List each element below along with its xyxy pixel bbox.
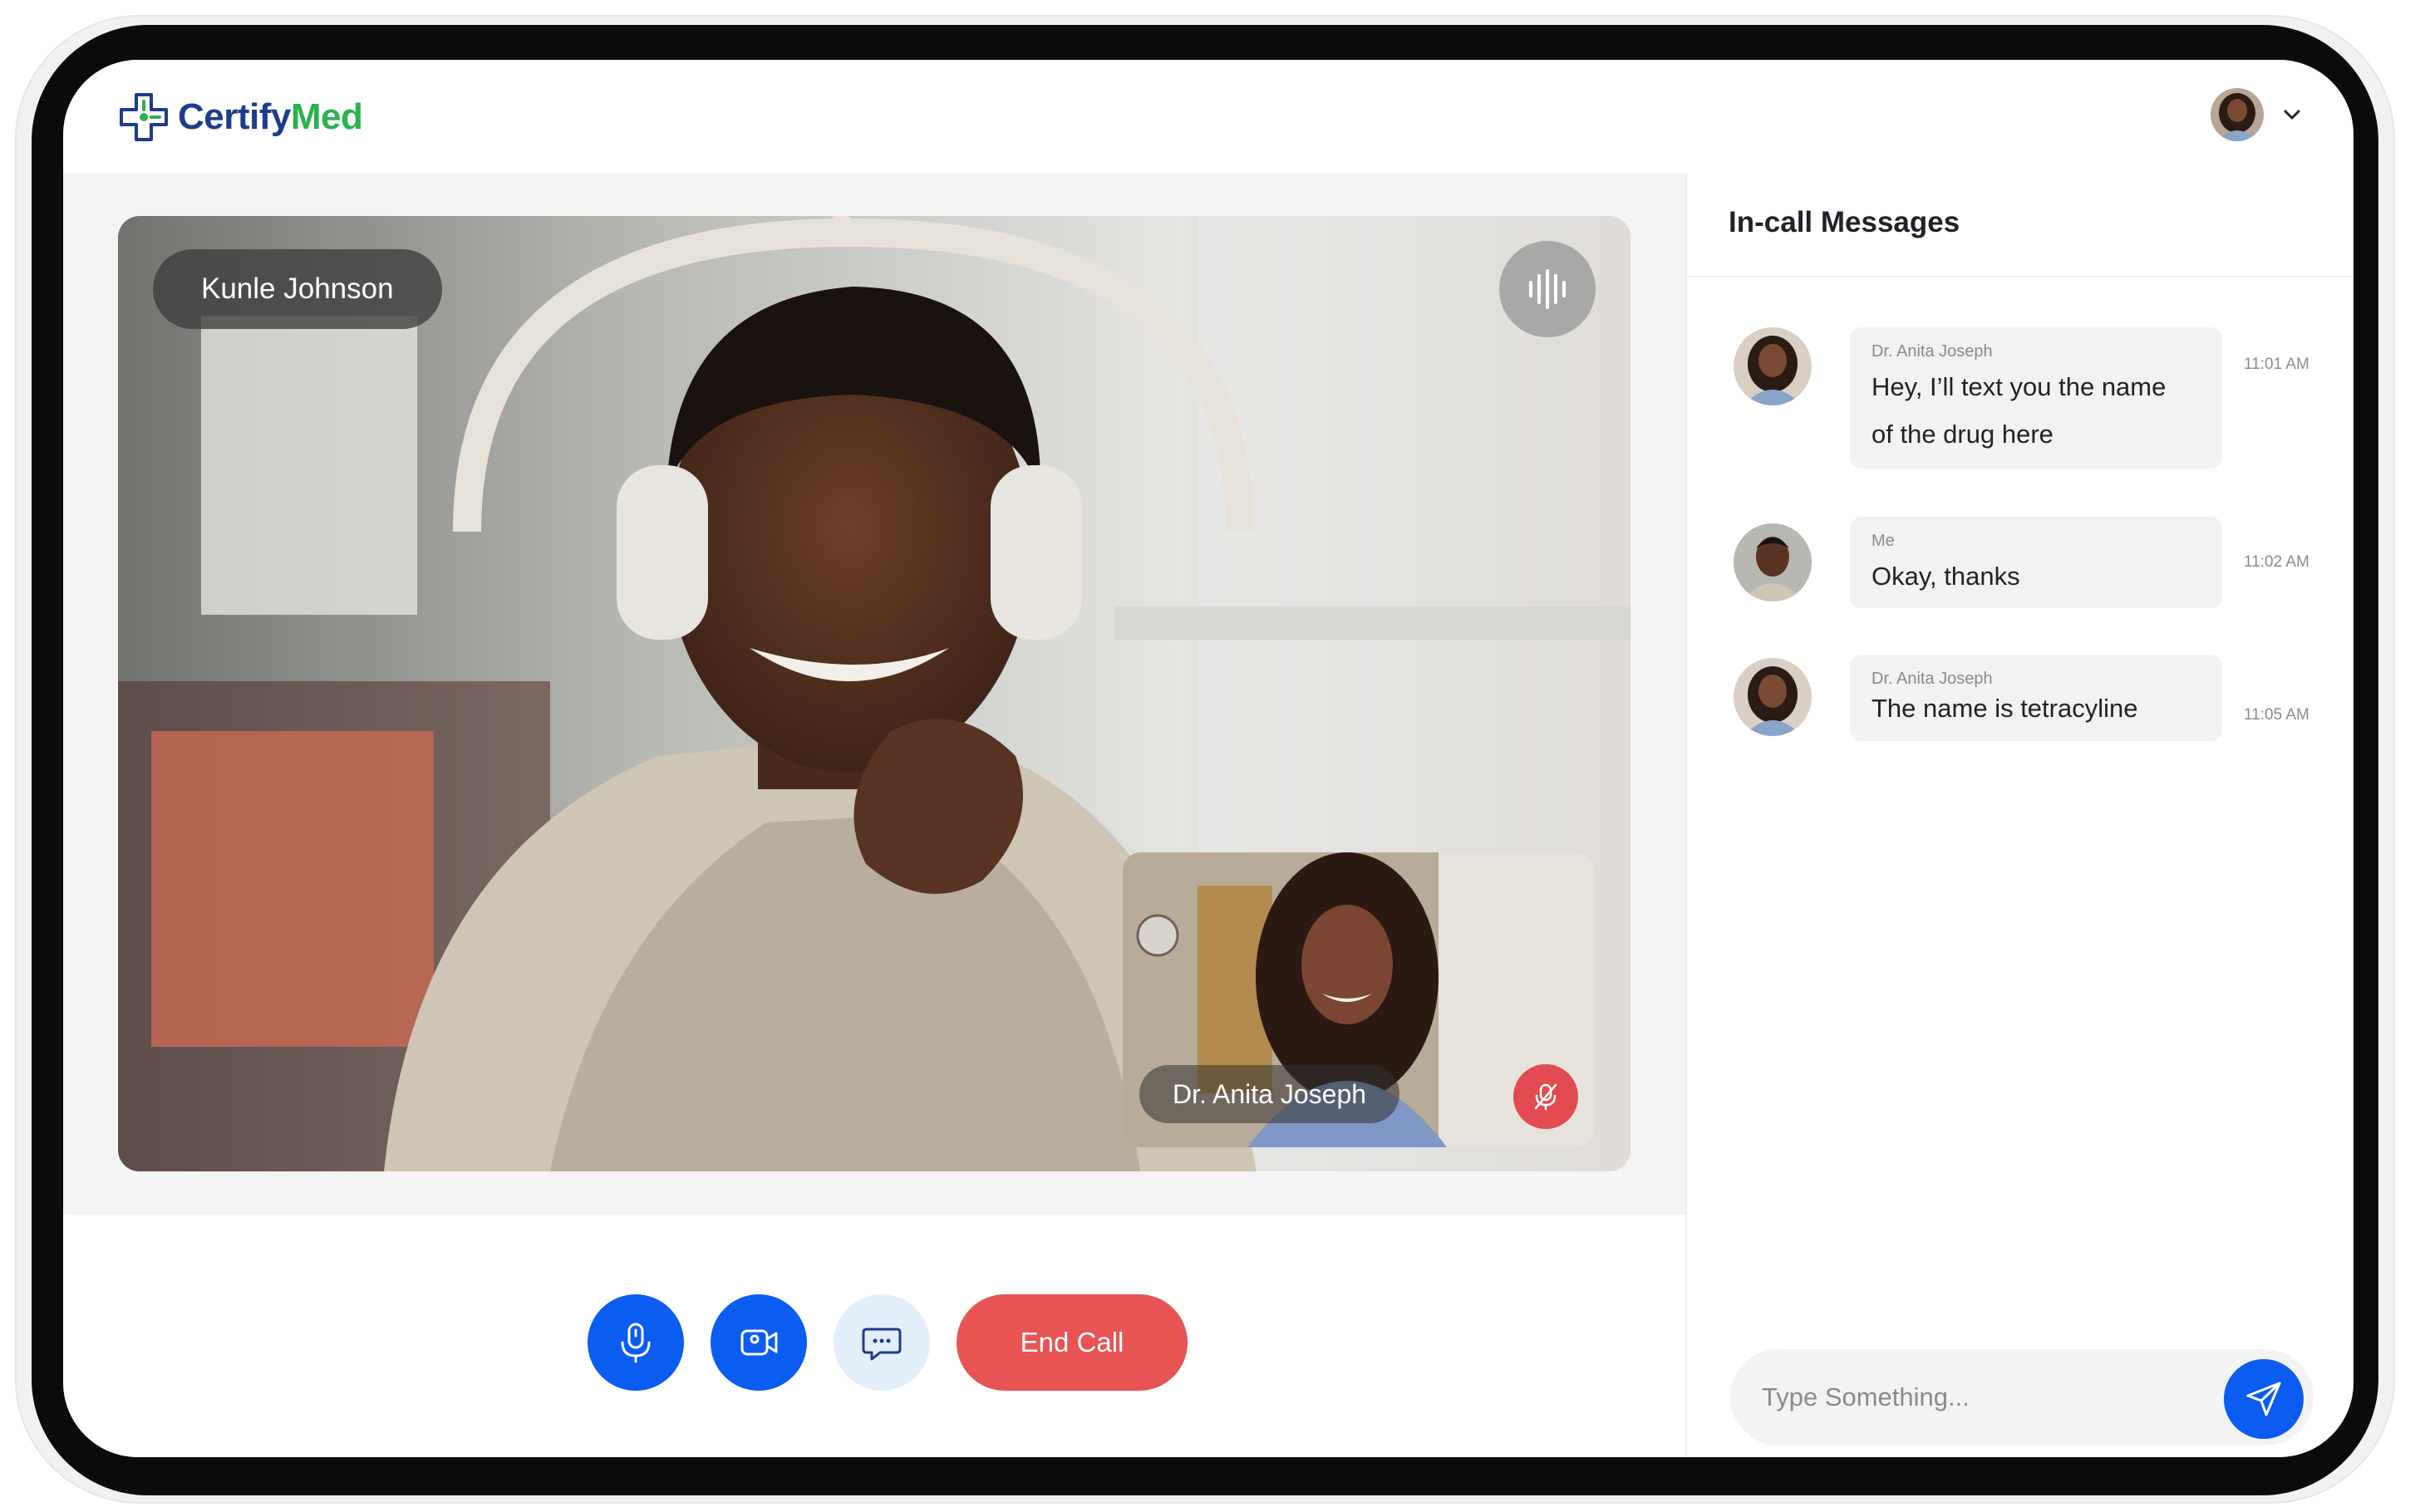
mic-off-icon	[1534, 1083, 1557, 1111]
chat-bubble-icon	[862, 1328, 902, 1361]
video-camera-icon	[740, 1329, 778, 1356]
message-text: Okay, thanks	[1871, 562, 2020, 591]
sender-avatar	[1734, 658, 1812, 736]
video-area: Kunle Johnson Dr. Anita Joseph	[63, 173, 1685, 1215]
sender-avatar	[1734, 327, 1812, 405]
message-text: Hey, I’ll text you the name of the drug …	[1871, 363, 2201, 458]
audio-wave-icon	[1529, 269, 1566, 309]
message-text-line: Hey, I’ll text you the name	[1871, 372, 2167, 401]
chevron-down-icon[interactable]	[2280, 103, 2304, 126]
speaking-indicator[interactable]	[1499, 241, 1596, 337]
doctor-avatar-image	[1734, 658, 1812, 736]
app-screen: CertifyMed Kunle Johnson Dr. Anita Josep…	[63, 60, 2353, 1457]
message-text-line: of the drug here	[1871, 420, 2053, 449]
message-composer	[1730, 1349, 2314, 1446]
certifymed-logo[interactable]: CertifyMed	[116, 88, 363, 146]
call-controls: End Call	[63, 1215, 1685, 1457]
paper-plane-icon	[2246, 1382, 2281, 1416]
message-sender: Me	[1871, 532, 1895, 550]
message-bubble: Dr. Anita Joseph The name is tetracyline	[1850, 655, 2222, 741]
mic-button[interactable]	[588, 1294, 684, 1391]
message-sender: Dr. Anita Joseph	[1871, 342, 1993, 361]
self-video-pip[interactable]: Dr. Anita Joseph	[1123, 852, 1595, 1147]
chat-title: In-call Messages	[1729, 206, 1960, 238]
user-avatar[interactable]	[2211, 88, 2264, 141]
in-call-messages-panel: In-call Messages Dr. Anita Joseph Hey, I…	[1687, 173, 2353, 1457]
sender-avatar	[1734, 523, 1812, 601]
top-header: CertifyMed	[63, 60, 2353, 173]
message-bubble: Me Okay, thanks	[1850, 517, 2222, 608]
message-sender: Dr. Anita Joseph	[1871, 670, 1993, 688]
end-call-button[interactable]: End Call	[957, 1294, 1188, 1391]
medical-cross-logo-icon	[120, 93, 168, 141]
logo-text-certify: Certify	[178, 96, 291, 137]
send-button[interactable]	[2224, 1359, 2304, 1439]
logo-wordmark: CertifyMed	[178, 96, 363, 137]
chat-header-divider	[1687, 276, 2353, 277]
microphone-icon	[621, 1323, 651, 1363]
user-avatar-image	[1734, 523, 1812, 601]
message-time: 11:05 AM	[2244, 706, 2309, 724]
camera-button[interactable]	[711, 1294, 807, 1391]
remote-video-feed[interactable]: Kunle Johnson Dr. Anita Joseph	[118, 216, 1630, 1171]
self-participant-name: Dr. Anita Joseph	[1139, 1065, 1400, 1123]
message-bubble: Dr. Anita Joseph Hey, I’ll text you the …	[1850, 327, 2222, 469]
remote-participant-name: Kunle Johnson	[153, 249, 442, 329]
profile-menu[interactable]	[2211, 88, 2304, 141]
message-text: The name is tetracyline	[1871, 694, 2138, 723]
logo-text-med: Med	[290, 96, 363, 137]
doctor-avatar-image	[2211, 88, 2264, 141]
message-input[interactable]	[1762, 1349, 2194, 1446]
chat-button[interactable]	[834, 1294, 930, 1391]
doctor-avatar-image	[1734, 327, 1812, 405]
self-muted-indicator[interactable]	[1513, 1064, 1578, 1129]
message-time: 11:02 AM	[2244, 553, 2309, 571]
message-time: 11:01 AM	[2244, 356, 2309, 373]
